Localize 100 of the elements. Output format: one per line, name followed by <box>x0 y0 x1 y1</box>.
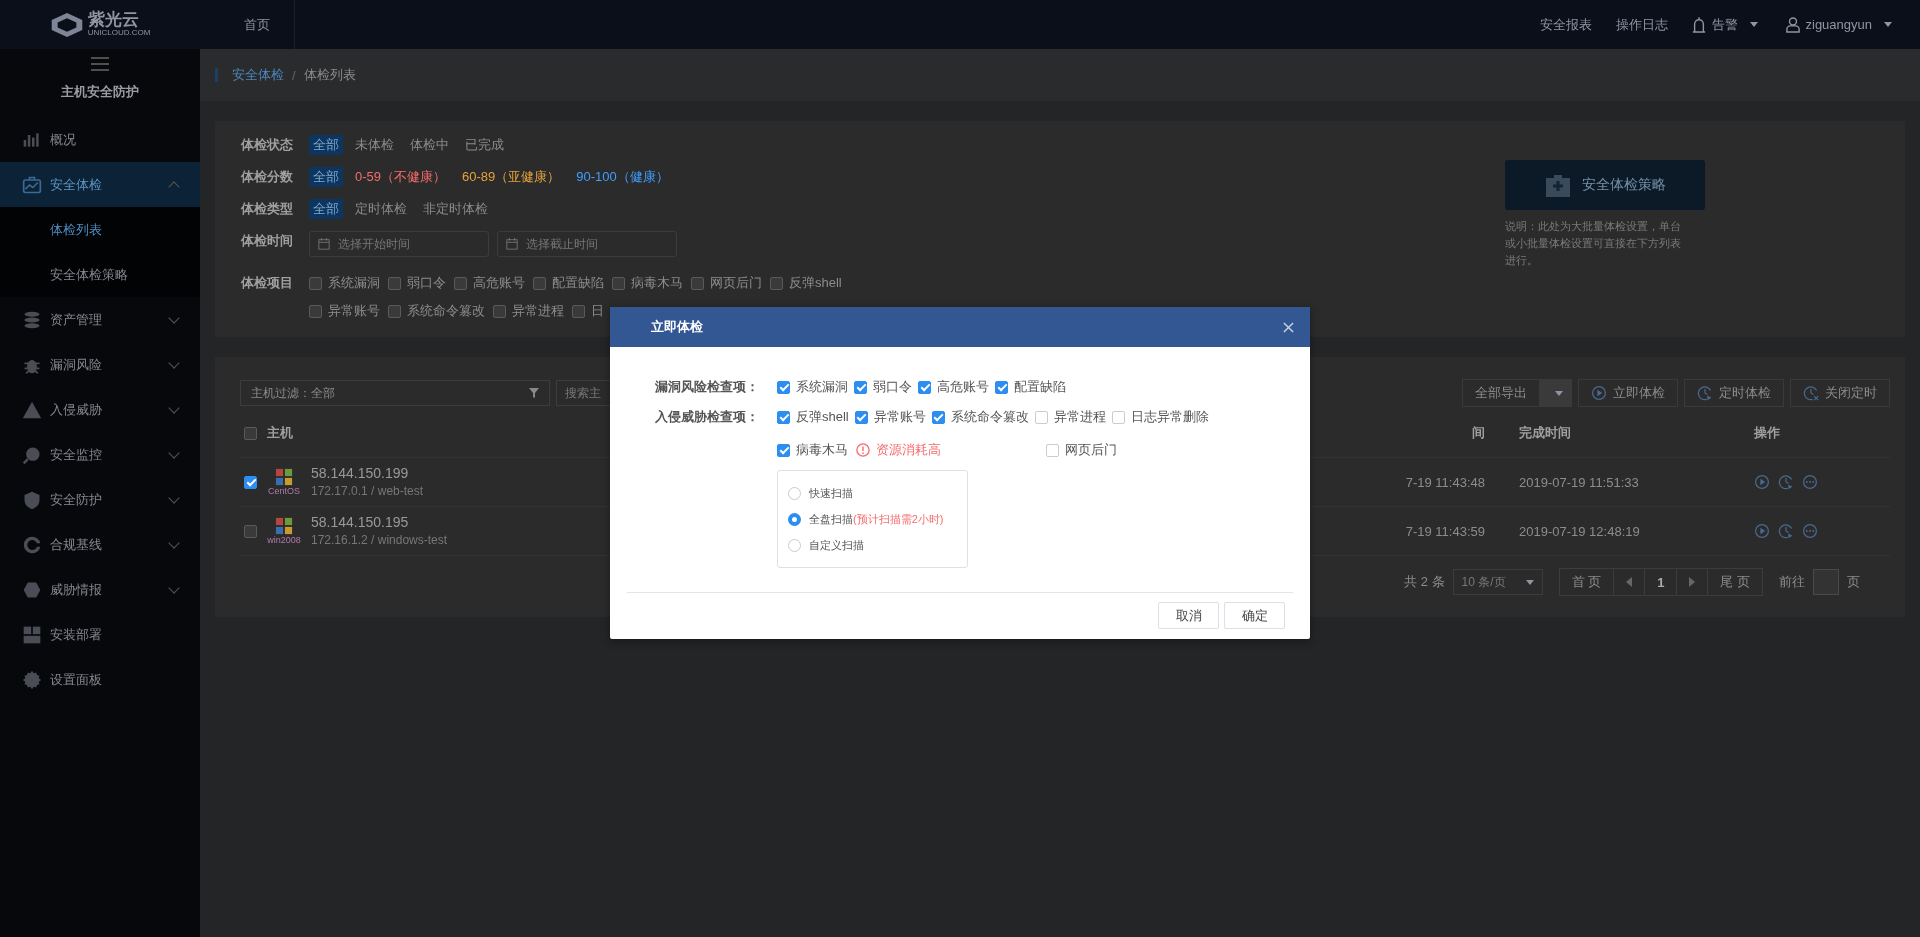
checkbox-option[interactable]: 异常账号 <box>309 301 380 321</box>
filter-option[interactable]: 90-100（健康） <box>572 167 673 187</box>
sidebar-subitem[interactable]: 体检列表 <box>0 207 200 252</box>
clock-icon[interactable] <box>1778 523 1794 539</box>
toolbar-button[interactable]: 定时体检 <box>1684 379 1784 407</box>
filter-label: 体检项目 <box>241 274 294 292</box>
page-input[interactable] <box>1813 569 1839 595</box>
filter-option[interactable]: 0-59（不健康） <box>351 167 451 187</box>
top-link[interactable]: 安全报表 <box>1539 15 1592 34</box>
date-field[interactable]: 选择截止时间 <box>497 231 677 257</box>
date-field[interactable]: 选择开始时间 <box>309 231 489 257</box>
host-filter-select[interactable]: 主机过滤：全部 <box>240 380 550 406</box>
sidebar-item[interactable]: 设置面板 <box>0 657 200 702</box>
toolbar-button[interactable]: 立即体检 <box>1578 379 1678 407</box>
column-header: 操作 <box>1754 424 1780 442</box>
alarm-menu[interactable]: 告警 <box>1691 15 1758 34</box>
filter-option[interactable]: 定时体检 <box>351 199 411 219</box>
sidebar-item[interactable]: 资产管理 <box>0 297 200 342</box>
sidebar-item[interactable]: 安全防护 <box>0 477 200 522</box>
host-ip: 58.144.150.199 <box>311 464 410 482</box>
sidebar-item[interactable]: 安装部署 <box>0 612 200 657</box>
checkbox-option[interactable]: 系统命令篡改 <box>931 407 1029 427</box>
sidebar-subitem[interactable]: 安全体检策略 <box>0 252 200 297</box>
checkbox-option[interactable]: 系统漏洞 <box>777 377 848 397</box>
user-icon <box>1785 16 1800 33</box>
checkbox-option[interactable]: 反弹shell <box>770 273 842 293</box>
checkbox-option[interactable]: 系统漏洞 <box>309 273 380 293</box>
filter-option[interactable]: 全部 <box>309 167 343 187</box>
page-size-select[interactable]: 10 条/页 <box>1452 569 1543 595</box>
close-icon[interactable] <box>1283 321 1294 333</box>
export-button[interactable]: 全部导出 <box>1462 379 1540 407</box>
checkbox[interactable] <box>244 426 257 440</box>
checkbox-option[interactable]: 反弹shell <box>777 407 849 427</box>
checkbox-option[interactable]: 高危账号 <box>454 273 525 293</box>
column-header: 完成时间 <box>1519 424 1571 442</box>
checkbox[interactable] <box>244 475 257 489</box>
confirm-button[interactable]: 确定 <box>1224 602 1285 629</box>
breadcrumb-separator: / <box>292 67 296 83</box>
checkbox-option[interactable]: 网页后门 <box>1046 440 1117 460</box>
radio-option[interactable]: 快速扫描 <box>788 483 853 503</box>
sidebar-item[interactable]: 安全监控 <box>0 432 200 477</box>
more-icon[interactable] <box>1802 474 1818 490</box>
radio-option[interactable]: 全盘扫描 <box>788 509 853 529</box>
os-logo: win2008 <box>267 517 301 545</box>
filter-option[interactable]: 60-89（亚健康） <box>458 167 565 187</box>
column-header: 主机 <box>267 424 293 442</box>
checkbox-option[interactable]: 日志异常删除 <box>1111 407 1209 427</box>
toolbar-button[interactable]: 关闭定时 <box>1790 379 1890 407</box>
strategy-button[interactable]: 安全体检策略 <box>1505 160 1705 210</box>
host-ip: 58.144.150.195 <box>311 513 410 531</box>
sidebar-item[interactable]: 安全体检 <box>0 162 200 207</box>
logo-text: 紫光云 <box>87 11 140 30</box>
export-dropdown-button[interactable] <box>1540 379 1572 407</box>
checkbox-option[interactable]: 异常账号 <box>854 407 926 427</box>
filter-label: 体检时间 <box>241 232 294 250</box>
scan-time-note: (预计扫描需2小时) <box>853 511 944 527</box>
play-icon[interactable] <box>1754 474 1770 490</box>
table-cell: 7-19 11:43:48 <box>1405 474 1485 490</box>
cancel-button[interactable]: 取消 <box>1158 602 1219 629</box>
play-icon <box>1591 385 1607 401</box>
os-logo: CentOS <box>267 468 301 496</box>
sidebar-item[interactable]: 威胁情报 <box>0 567 200 612</box>
checkbox-option[interactable]: 异常进程 <box>493 301 564 321</box>
checkbox-option[interactable]: 弱口令 <box>388 273 446 293</box>
sidebar-item[interactable]: 漏洞风险 <box>0 342 200 387</box>
left-triangle-icon <box>1626 576 1633 587</box>
filter-icon <box>529 388 539 398</box>
checkbox-option[interactable]: 病毒木马 <box>777 440 848 460</box>
sidebar-item[interactable]: 概况 <box>0 117 200 162</box>
checkbox-option[interactable]: 日 <box>572 301 604 321</box>
more-icon[interactable] <box>1802 523 1818 539</box>
checkbox-option[interactable]: 高危账号 <box>918 377 989 397</box>
filter-option[interactable]: 体检中 <box>406 135 453 155</box>
filter-option[interactable]: 已完成 <box>461 135 508 155</box>
user-menu[interactable]: ziguangyun <box>1785 16 1892 33</box>
checkbox-option[interactable]: 网页后门 <box>691 273 762 293</box>
breadcrumb-item[interactable]: 安全体检 <box>232 66 284 84</box>
filter-option[interactable]: 全部 <box>309 199 343 219</box>
filter-option[interactable]: 未体检 <box>351 135 398 155</box>
play-icon[interactable] <box>1754 523 1770 539</box>
sidebar-item[interactable]: 入侵威胁 <box>0 387 200 432</box>
top-link[interactable]: 操作日志 <box>1615 15 1668 34</box>
breadcrumb-item[interactable]: 体检列表 <box>303 66 356 84</box>
checkbox-option[interactable]: 系统命令篡改 <box>388 301 485 321</box>
clock-icon[interactable] <box>1778 474 1794 490</box>
strategy-note: 说明：此处为大批量体检设置，单台或小批量体检设置可直接在下方列表进行。 <box>1505 219 1682 268</box>
checkbox-option[interactable]: 配置缺陷 <box>995 377 1066 397</box>
host-detail: 172.17.0.1 / web-test <box>311 483 424 500</box>
checkbox-option[interactable]: 异常进程 <box>1034 407 1106 427</box>
checkbox-option[interactable]: 病毒木马 <box>612 273 683 293</box>
checkbox[interactable] <box>244 524 257 538</box>
filter-option[interactable]: 非定时体检 <box>419 199 492 219</box>
filter-option[interactable]: 全部 <box>309 135 343 155</box>
sidebar-item[interactable]: 合规基线 <box>0 522 200 567</box>
host-detail: 172.16.1.2 / windows-test <box>311 532 448 549</box>
checkbox-option[interactable]: 弱口令 <box>854 377 912 397</box>
checkbox-option[interactable]: 配置缺陷 <box>533 273 604 293</box>
radio-option[interactable]: 自定义扫描 <box>788 535 864 555</box>
database-icon <box>22 309 42 330</box>
menu-icon[interactable] <box>91 57 109 71</box>
